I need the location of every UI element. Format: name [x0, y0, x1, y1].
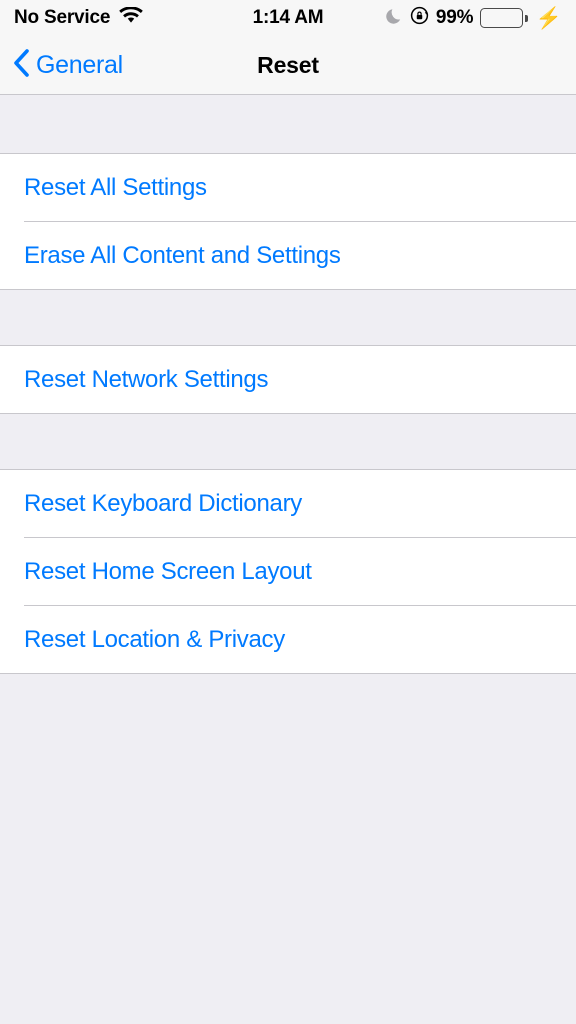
section-gap-1: [0, 290, 576, 345]
row-label: Reset Network Settings: [24, 365, 269, 393]
row-reset-location-and-privacy[interactable]: Reset Location & Privacy: [0, 606, 576, 673]
row-reset-network-settings[interactable]: Reset Network Settings: [0, 346, 576, 413]
lightning-bolt-icon: ⚡: [535, 6, 562, 30]
navigation-bar: General Reset: [0, 36, 576, 95]
row-reset-home-screen-layout[interactable]: Reset Home Screen Layout: [0, 538, 576, 605]
settings-reset-screen: No Service 1:14 AM 99% ⚡ General Reset R…: [0, 0, 576, 1024]
section-gap-2: [0, 414, 576, 469]
row-reset-keyboard-dictionary[interactable]: Reset Keyboard Dictionary: [0, 470, 576, 537]
status-bar: No Service 1:14 AM 99% ⚡: [0, 0, 576, 36]
empty-area: [0, 674, 576, 1024]
settings-group-1: Reset All Settings Erase All Content and…: [0, 153, 576, 290]
moon-icon: [386, 7, 403, 30]
section-gap-top: [0, 95, 576, 153]
row-label: Reset All Settings: [24, 173, 207, 201]
wifi-icon: [119, 5, 144, 30]
settings-list: Reset All Settings Erase All Content and…: [0, 95, 576, 1024]
row-label: Reset Location & Privacy: [24, 625, 285, 653]
row-erase-all-content-and-settings[interactable]: Erase All Content and Settings: [0, 222, 576, 289]
carrier-label: No Service: [14, 7, 111, 28]
row-label: Reset Home Screen Layout: [24, 557, 312, 585]
battery-percent-label: 99%: [435, 7, 474, 28]
row-reset-all-settings[interactable]: Reset All Settings: [0, 154, 576, 221]
back-button-label: General: [36, 50, 123, 79]
back-button[interactable]: General: [0, 48, 123, 83]
row-label: Erase All Content and Settings: [24, 241, 341, 269]
battery-body: [480, 8, 524, 28]
chevron-left-icon: [13, 48, 30, 83]
status-bar-right: 99% ⚡: [288, 6, 562, 30]
row-label: Reset Keyboard Dictionary: [24, 489, 302, 517]
settings-group-3: Reset Keyboard Dictionary Reset Home Scr…: [0, 469, 576, 674]
settings-group-2: Reset Network Settings: [0, 345, 576, 414]
battery-nub: [524, 14, 528, 22]
battery-icon: [480, 8, 528, 28]
rotation-lock-icon: [410, 6, 429, 30]
status-bar-left: No Service: [14, 5, 288, 30]
